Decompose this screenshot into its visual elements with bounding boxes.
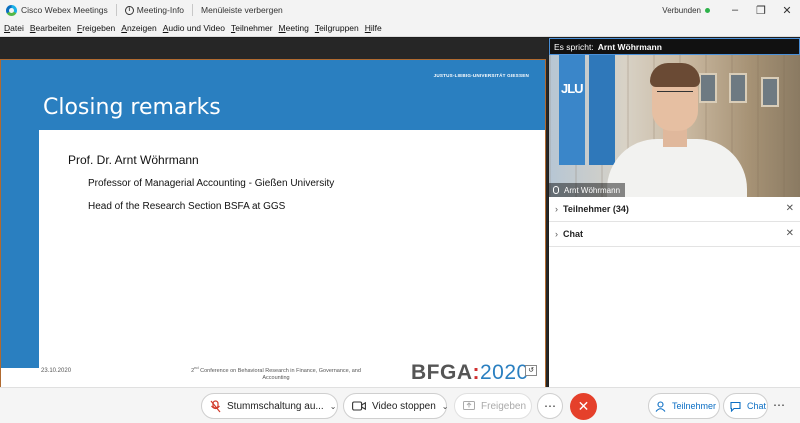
bfga-logo-text: BFGA — [411, 361, 473, 384]
video-building-window — [699, 73, 717, 103]
title-bar: Cisco Webex Meetings i Meeting-Info Menü… — [0, 0, 800, 20]
speaking-name: Arnt Wöhrmann — [597, 41, 662, 52]
video-building-window — [761, 77, 779, 107]
chat-panel-label: Chat — [563, 229, 583, 239]
microphone-icon — [553, 186, 559, 194]
chat-panel-header[interactable]: › Chat ✕ — [549, 222, 800, 247]
title-right: Verbunden – ❐ ✕ — [662, 0, 800, 20]
person-icon — [655, 400, 666, 412]
meeting-info-label: Meeting-Info — [136, 5, 185, 15]
share-screen-icon — [463, 401, 475, 411]
close-chat-icon[interactable]: ✕ — [786, 228, 794, 239]
end-meeting-button[interactable]: ✕ — [570, 393, 597, 420]
menu-audio-video[interactable]: Audio und Video — [163, 23, 225, 33]
slide-speaker-role: Professor of Managerial Accounting - Gie… — [88, 178, 335, 189]
chevron-down-icon: ⌄ — [441, 401, 449, 411]
slide-title: Closing remarks — [43, 95, 221, 120]
panel-empty-area — [549, 247, 800, 387]
app-title: Cisco Webex Meetings — [6, 4, 108, 16]
meeting-controls-bar: Stummschaltung au... ⌄ Video stoppen ⌄ F… — [0, 387, 800, 423]
bfga-logo-dots: : — [472, 361, 480, 384]
more-panels-icon[interactable]: ⋯ — [773, 398, 785, 412]
participants-panel-label: Teilnehmer (34) — [563, 204, 629, 214]
participants-label: Teilnehmer — [672, 401, 717, 411]
shared-content-area: JUSTUS-LIEBIG-UNIVERSITÄT GIESSEN Closin… — [0, 38, 548, 404]
menu-bar: Datei Bearbeiten Freigeben Anzeigen Audi… — [0, 20, 800, 37]
stop-video-button[interactable]: Video stoppen ⌄ — [343, 393, 449, 419]
restore-view-icon[interactable]: ↺ — [525, 365, 537, 376]
mute-label: Stummschaltung au... — [227, 400, 324, 412]
presentation-slide: JUSTUS-LIEBIG-UNIVERSITÄT GIESSEN Closin… — [0, 59, 546, 404]
info-icon: i — [124, 5, 134, 15]
more-options-button[interactable]: ⋯ — [537, 393, 563, 419]
slide-speaker-name: Prof. Dr. Arnt Wöhrmann — [68, 153, 199, 167]
mute-button[interactable]: Stummschaltung au... ⌄ — [201, 393, 338, 419]
slide-body — [39, 130, 545, 392]
conference-name: Conference on Behavioral Research in Fin… — [198, 367, 361, 381]
connection-dot-icon — [705, 7, 710, 13]
menu-hilfe[interactable]: Hilfe — [365, 23, 382, 33]
menu-datei[interactable]: Datei — [4, 23, 24, 33]
close-button[interactable]: ✕ — [774, 0, 800, 20]
bfga-logo-year: 2020 — [480, 361, 529, 384]
menu-teilnehmer[interactable]: Teilnehmer — [231, 23, 273, 33]
meeting-info-button[interactable]: i Meeting-Info — [124, 5, 185, 15]
university-name: JUSTUS-LIEBIG-UNIVERSITÄT GIESSEN — [433, 73, 529, 78]
restore-button[interactable]: ❐ — [748, 0, 774, 20]
app-name: Cisco Webex Meetings — [21, 5, 108, 15]
video-name-label: Arnt Wöhrmann — [564, 185, 621, 195]
slide-speaker-position: Head of the Research Section BSFA at GGS — [88, 201, 286, 212]
menu-bearbeiten[interactable]: Bearbeiten — [30, 23, 71, 33]
share-label: Freigeben — [481, 400, 527, 412]
chevron-down-icon: ⌄ — [329, 401, 337, 411]
bfga-logo: BFGA:2020 — [411, 361, 529, 385]
video-building-window — [729, 73, 747, 103]
video-person-hair — [650, 63, 700, 87]
participants-button[interactable]: Teilnehmer — [648, 393, 720, 419]
title-divider — [192, 4, 194, 16]
menu-freigeben[interactable]: Freigeben — [77, 23, 115, 33]
share-button[interactable]: Freigeben — [454, 393, 532, 419]
menu-meeting[interactable]: Meeting — [279, 23, 309, 33]
slide-header: JUSTUS-LIEBIG-UNIVERSITÄT GIESSEN Closin… — [1, 60, 545, 130]
menu-anzeigen[interactable]: Anzeigen — [121, 23, 156, 33]
participants-panel-header[interactable]: › Teilnehmer (34) ✕ — [549, 197, 800, 222]
chat-button[interactable]: Chat — [723, 393, 768, 419]
minimize-button[interactable]: – — [722, 0, 748, 20]
chevron-right-icon: › — [555, 204, 558, 214]
video-flag: JLU — [559, 55, 585, 165]
chat-label: Chat — [747, 401, 767, 411]
video-flag — [589, 55, 615, 165]
active-speaker-bar: Es spricht: Arnt Wöhrmann — [549, 38, 800, 55]
connection-status: Verbunden — [662, 5, 701, 15]
chat-bubble-icon — [730, 401, 741, 412]
chevron-right-icon: › — [555, 229, 558, 239]
speaking-label: Es spricht: — [554, 41, 594, 52]
speaker-video[interactable]: JLU — [549, 55, 800, 197]
slide-conference: 2nd Conference on Behavioral Research in… — [181, 364, 371, 382]
hide-menu-button[interactable]: Menüleiste verbergen — [201, 5, 283, 15]
slide-date: 23.10.2020 — [41, 368, 72, 374]
hide-menu-label: Menüleiste verbergen — [201, 5, 283, 15]
title-divider — [115, 4, 117, 16]
microphone-muted-icon — [210, 399, 221, 413]
stop-video-label: Video stoppen — [372, 400, 436, 412]
webex-logo-icon — [6, 4, 17, 16]
video-person-shirt — [607, 139, 747, 197]
menu-teilgruppen[interactable]: Teilgruppen — [315, 23, 359, 33]
video-flag-text: JLU — [561, 81, 584, 96]
close-participants-icon[interactable]: ✕ — [786, 203, 794, 214]
video-person-glasses — [657, 91, 693, 100]
slide-side-band — [1, 130, 39, 368]
video-name-tag: Arnt Wöhrmann — [549, 183, 626, 197]
video-camera-icon — [352, 401, 366, 411]
